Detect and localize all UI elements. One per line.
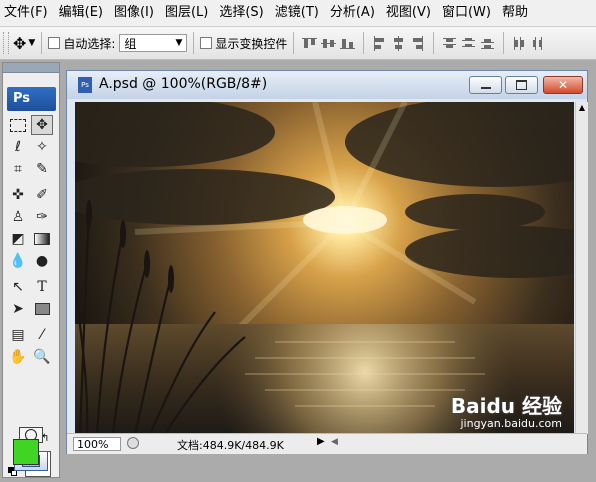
auto-select-label: 自动选择: [63,36,116,51]
options-separator [503,32,505,54]
align-vcenter-icon[interactable] [320,35,337,52]
menu-edit[interactable]: 编辑(E) [55,0,107,26]
tools-panel-header[interactable] [3,63,59,73]
slice-tool-icon[interactable]: ✎ [31,159,53,179]
align-hcenter-icon[interactable] [390,35,407,52]
marquee-tool-icon[interactable] [7,115,29,135]
auto-select-value: 组 [124,36,137,51]
options-separator [433,32,435,54]
distribute-top-icon[interactable] [441,35,458,52]
watermark: Baidu 经验 jingyan.baidu.com [451,395,562,430]
distribute-left-icon[interactable] [511,35,528,52]
history-brush-tool-icon[interactable]: ✑ [31,207,53,227]
menu-view[interactable]: 视图(V) [382,0,435,26]
scroll-up-icon[interactable]: ▲ [576,102,588,114]
align-bottom-icon[interactable] [339,35,356,52]
options-bar: ✥ ▼ 自动选择: 组 ▼ 显示变换控件 [0,27,596,60]
document-size-info: 文档:484.9K/484.9K [177,439,284,452]
move-tool-preset-icon[interactable]: ✥ [13,34,26,53]
menu-window[interactable]: 窗口(W) [438,0,495,26]
minimize-button[interactable] [469,76,502,94]
distribute-bottom-icon[interactable] [479,35,496,52]
magic-wand-tool-icon[interactable]: ✧ [31,137,53,157]
align-left-icon[interactable] [371,35,388,52]
distribute-vcenter-icon[interactable] [460,35,477,52]
menu-analysis[interactable]: 分析(A) [326,0,379,26]
menu-file[interactable]: 文件(F) [0,0,52,26]
sunset-sea-image [75,102,574,434]
crop-tool-icon[interactable]: ⌗ [7,159,29,179]
blur-tool-icon[interactable]: 💧 [7,251,29,271]
gradient-tool-icon[interactable] [31,229,53,249]
menu-image[interactable]: 图像(I) [110,0,158,26]
menu-bar: 文件(F) 编辑(E) 图像(I) 图层(L) 选择(S) 滤镜(T) 分析(A… [0,0,596,27]
path-selection-tool-icon[interactable]: ↖ [7,277,29,297]
distribute-hcenter-icon[interactable] [530,35,547,52]
auto-select-dropdown[interactable]: 组 ▼ [119,34,188,52]
align-right-icon[interactable] [409,35,426,52]
document-title: A.psd @ 100%(RGB/8#) [99,76,268,92]
scroll-left-icon[interactable]: ◀ [331,437,338,447]
minimize-icon [480,87,491,89]
healing-brush-tool-icon[interactable]: ✜ [7,185,29,205]
chevron-down-icon: ▼ [175,38,183,48]
notes-tool-icon[interactable]: ▤ [7,325,29,345]
psd-file-icon: Ps [78,77,92,93]
zoom-level-field[interactable]: 100% [73,437,121,451]
menu-select[interactable]: 选择(S) [215,0,267,26]
status-bar: 100% 文档:484.9K/484.9K ▶ ◀ [67,433,587,454]
eyedropper-tool-icon[interactable]: ⁄ [31,325,53,345]
image-canvas[interactable]: Baidu 经验 jingyan.baidu.com [75,102,574,434]
preset-dropdown-icon[interactable]: ▼ [28,38,35,48]
direct-selection-tool-icon[interactable]: ➤ [7,299,29,319]
options-separator [293,32,295,54]
options-grip[interactable] [3,32,9,54]
eraser-tool-icon[interactable]: ◩ [7,229,29,249]
close-icon: ✕ [557,78,569,92]
ps-logo[interactable]: Ps [7,87,56,111]
restore-icon [516,80,527,90]
foreground-color-swatch[interactable] [13,439,39,465]
watermark-url: jingyan.baidu.com [460,417,562,430]
dodge-tool-icon[interactable]: ● [31,251,53,271]
options-separator [41,32,43,54]
status-menu-arrow-icon[interactable]: ▶ [317,436,325,447]
maximize-button[interactable] [505,76,538,94]
tools-panel: Ps ✥ ℓ ✧ ⌗ ✎ ✜ ✐ ♙ ✑ ◩ 💧 ● ↖ T ➤ ▤ ⁄ ✋ 🔍… [2,62,60,478]
show-transform-label: 显示变换控件 [215,36,288,51]
options-separator [193,32,195,54]
move-tool-icon[interactable]: ✥ [31,115,53,135]
vertical-scrollbar[interactable]: ▲ [575,102,588,434]
show-transform-checkbox[interactable] [200,37,213,49]
document-titlebar[interactable]: Ps A.psd @ 100%(RGB/8#) ✕ [67,71,587,99]
zoom-tool-icon[interactable]: 🔍 [31,347,53,367]
align-top-icon[interactable] [301,35,318,52]
menu-layer[interactable]: 图层(L) [161,0,212,26]
status-preview-icon[interactable] [127,437,139,449]
watermark-text: Baidu 经验 [450,394,562,418]
hand-tool-icon[interactable]: ✋ [7,347,29,367]
options-separator [363,32,365,54]
brush-tool-icon[interactable]: ✐ [31,185,53,205]
rectangle-tool-icon[interactable] [31,299,53,319]
close-button[interactable]: ✕ [543,76,583,94]
menu-filter[interactable]: 滤镜(T) [271,0,323,26]
lasso-tool-icon[interactable]: ℓ [7,137,29,157]
document-window: Ps A.psd @ 100%(RGB/8#) ✕ Baidu 经验 jingy… [66,70,588,454]
menu-help[interactable]: 帮助 [498,0,532,26]
clone-stamp-tool-icon[interactable]: ♙ [7,207,29,227]
auto-select-checkbox[interactable] [48,37,61,49]
type-tool-icon[interactable]: T [31,277,53,297]
